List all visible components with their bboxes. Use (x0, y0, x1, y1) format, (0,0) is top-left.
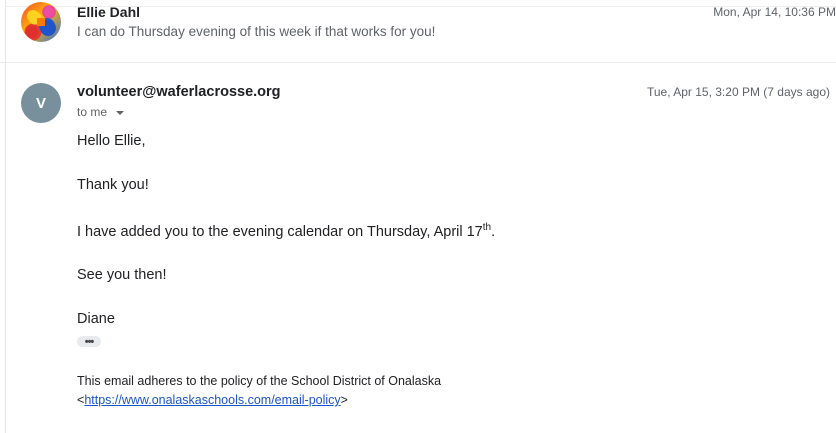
sender-avatar[interactable]: V (21, 83, 61, 123)
footer-policy-link-line: <https://www.onalaskaschools.com/email-p… (77, 393, 348, 407)
recipient-label: to me (77, 105, 108, 119)
profile-photo-icon[interactable] (21, 2, 61, 42)
recipient-details-toggle[interactable]: to me (77, 105, 125, 119)
sender-name: Ellie Dahl (77, 4, 141, 20)
thread-divider (5, 0, 6, 433)
more-icon: ••• (84, 335, 95, 348)
collapsed-message[interactable]: Ellie Dahl I can do Thursday evening of … (0, 0, 836, 63)
body-line-2-text: I have added you to the evening calendar… (77, 223, 483, 240)
message-date: Mon, Apr 14, 10:36 PM (713, 5, 836, 19)
body-greeting: Hello Ellie, (77, 133, 146, 149)
body-line-2-end: . (491, 223, 496, 240)
chevron-down-icon[interactable] (116, 110, 125, 115)
ordinal-suffix: th (482, 222, 492, 233)
message-date: Tue, Apr 15, 3:20 PM (7 days ago) (647, 85, 830, 99)
body-line-1: Thank you! (77, 177, 149, 193)
body-line-3: See you then! (77, 267, 167, 283)
message-snippet: I can do Thursday evening of this week i… (77, 24, 436, 39)
link-close-bracket: > (340, 393, 348, 407)
body-line-2: I have added you to the evening calendar… (77, 222, 495, 240)
policy-link[interactable]: https://www.onalaskaschools.com/email-po… (84, 393, 340, 407)
footer-policy-text: This email adheres to the policy of the … (77, 374, 442, 388)
sender-email[interactable]: volunteer@waferlacrosse.org (77, 84, 281, 100)
body-signature: Diane (77, 311, 115, 327)
email-thread: Ellie Dahl I can do Thursday evening of … (0, 0, 836, 433)
show-trimmed-content-button[interactable]: ••• (77, 336, 101, 347)
